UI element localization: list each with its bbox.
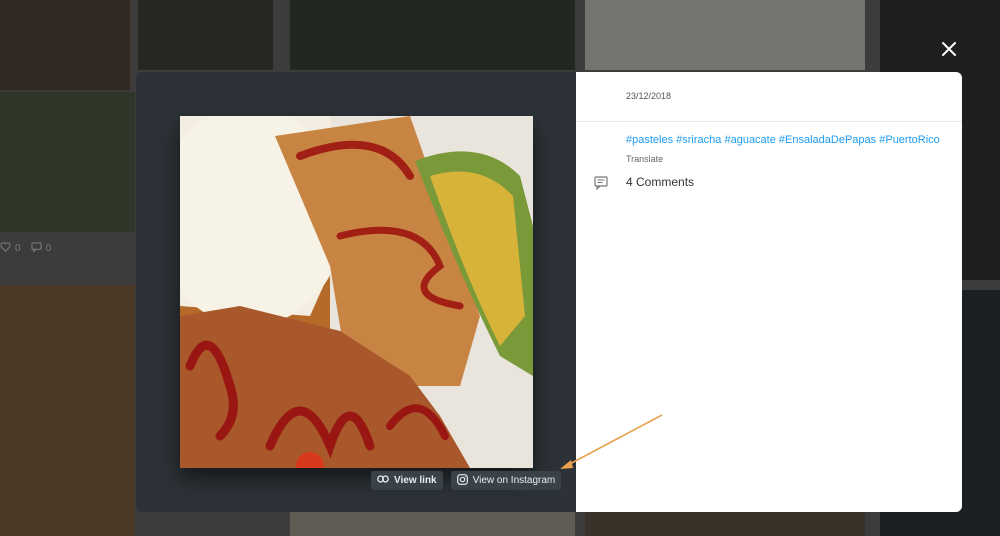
- post-photo[interactable]: [180, 116, 533, 468]
- hashtag-link[interactable]: #PuertoRico: [879, 134, 940, 146]
- view-on-instagram-label: View on Instagram: [472, 475, 556, 486]
- translate-link[interactable]: Translate: [626, 154, 663, 164]
- link-icon: [377, 475, 389, 486]
- post-date: 23/12/2018: [626, 91, 672, 101]
- hashtag-link[interactable]: #sriracha: [676, 134, 721, 146]
- hashtag-list: #pasteles #sriracha #aguacate #EnsaladaD…: [626, 134, 940, 146]
- hashtag-link[interactable]: #pasteles: [626, 134, 673, 146]
- post-modal: View link View on Instagram 23/12/2018 #…: [136, 72, 962, 512]
- view-link-label: View link: [394, 475, 437, 486]
- hashtag-link[interactable]: #aguacate: [724, 134, 775, 146]
- view-link-button[interactable]: View link: [371, 471, 443, 490]
- media-pane: View link View on Instagram: [136, 72, 576, 512]
- close-button[interactable]: [936, 38, 962, 64]
- info-pane: 23/12/2018 #pasteles #sriracha #aguacate…: [576, 72, 962, 512]
- media-actions: View link View on Instagram: [371, 471, 562, 490]
- comments-count-link[interactable]: 4 Comments: [626, 175, 694, 189]
- close-icon: [942, 41, 956, 61]
- divider: [576, 121, 962, 122]
- instagram-icon: [456, 473, 468, 488]
- hashtag-link[interactable]: #EnsaladaDePapas: [779, 134, 876, 146]
- comment-icon: [594, 176, 608, 191]
- view-on-instagram-button[interactable]: View on Instagram: [450, 471, 562, 490]
